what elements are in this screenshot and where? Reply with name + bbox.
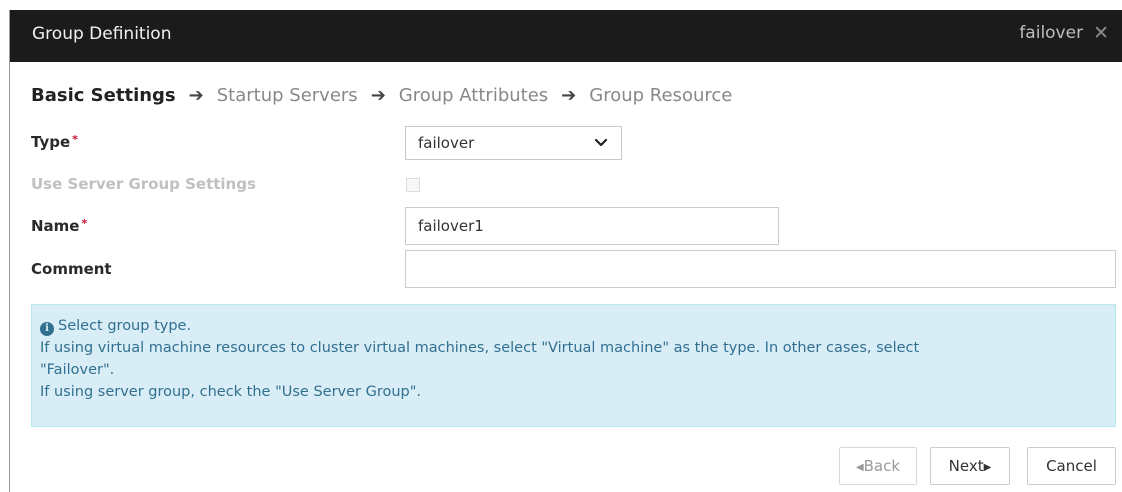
name-input[interactable]: failover1 — [405, 207, 779, 245]
name-label-text: Name — [31, 217, 80, 235]
next-button-label: Next — [948, 457, 984, 475]
group-name-label: failover — [1019, 23, 1084, 43]
name-label: Name * — [31, 217, 87, 235]
required-mark: * — [72, 133, 78, 146]
step-basic-settings: Basic Settings — [31, 84, 176, 106]
info-line-3: "Failover". — [40, 362, 115, 378]
comment-label: Comment — [31, 260, 112, 278]
type-select-value: failover — [418, 134, 475, 152]
back-button-label: Back — [863, 457, 901, 475]
arrow-right-icon: ➔ — [188, 84, 204, 106]
type-select[interactable]: failover — [405, 126, 622, 160]
dialog-title: Group Definition — [32, 24, 172, 44]
comment-input[interactable] — [405, 250, 1116, 288]
arrow-right-icon: ➔ — [370, 84, 386, 106]
info-line-4: If using server group, check the "Use Se… — [40, 384, 422, 400]
info-line-1-text: Select group type. — [58, 318, 192, 334]
info-line-1: i Select group type. — [40, 315, 1107, 337]
titlebar-right: failover ✕ — [1019, 23, 1109, 43]
wizard-steps: Basic Settings ➔ Startup Servers ➔ Group… — [31, 82, 732, 108]
step-group-resource: Group Resource — [589, 84, 733, 106]
info-alert: i Select group type. If using virtual mac… — [31, 304, 1116, 427]
type-label-text: Type — [31, 133, 71, 151]
chevron-down-icon — [594, 138, 608, 147]
type-label: Type * — [31, 133, 78, 151]
step-group-attributes: Group Attributes — [398, 84, 549, 106]
triangle-right-icon: ▶ — [983, 462, 992, 473]
use-server-group-label: Use Server Group Settings — [31, 175, 256, 193]
required-mark: * — [81, 217, 88, 230]
cancel-button[interactable]: Cancel — [1027, 447, 1116, 485]
info-icon: i — [40, 322, 54, 336]
close-icon[interactable]: ✕ — [1093, 23, 1109, 43]
step-startup-servers: Startup Servers — [216, 84, 358, 106]
arrow-right-icon: ➔ — [561, 84, 577, 106]
back-button[interactable]: ◀Back — [839, 447, 917, 485]
group-definition-dialog: Group Definition failover ✕ Basic Settin… — [9, 10, 1122, 492]
use-server-group-checkbox[interactable] — [406, 178, 420, 192]
info-line-2: If using virtual machine resources to cl… — [40, 340, 920, 356]
triangle-left-icon: ◀ — [855, 462, 864, 473]
next-button[interactable]: Next▶ — [930, 447, 1010, 485]
dialog-titlebar: Group Definition failover ✕ — [10, 10, 1122, 62]
